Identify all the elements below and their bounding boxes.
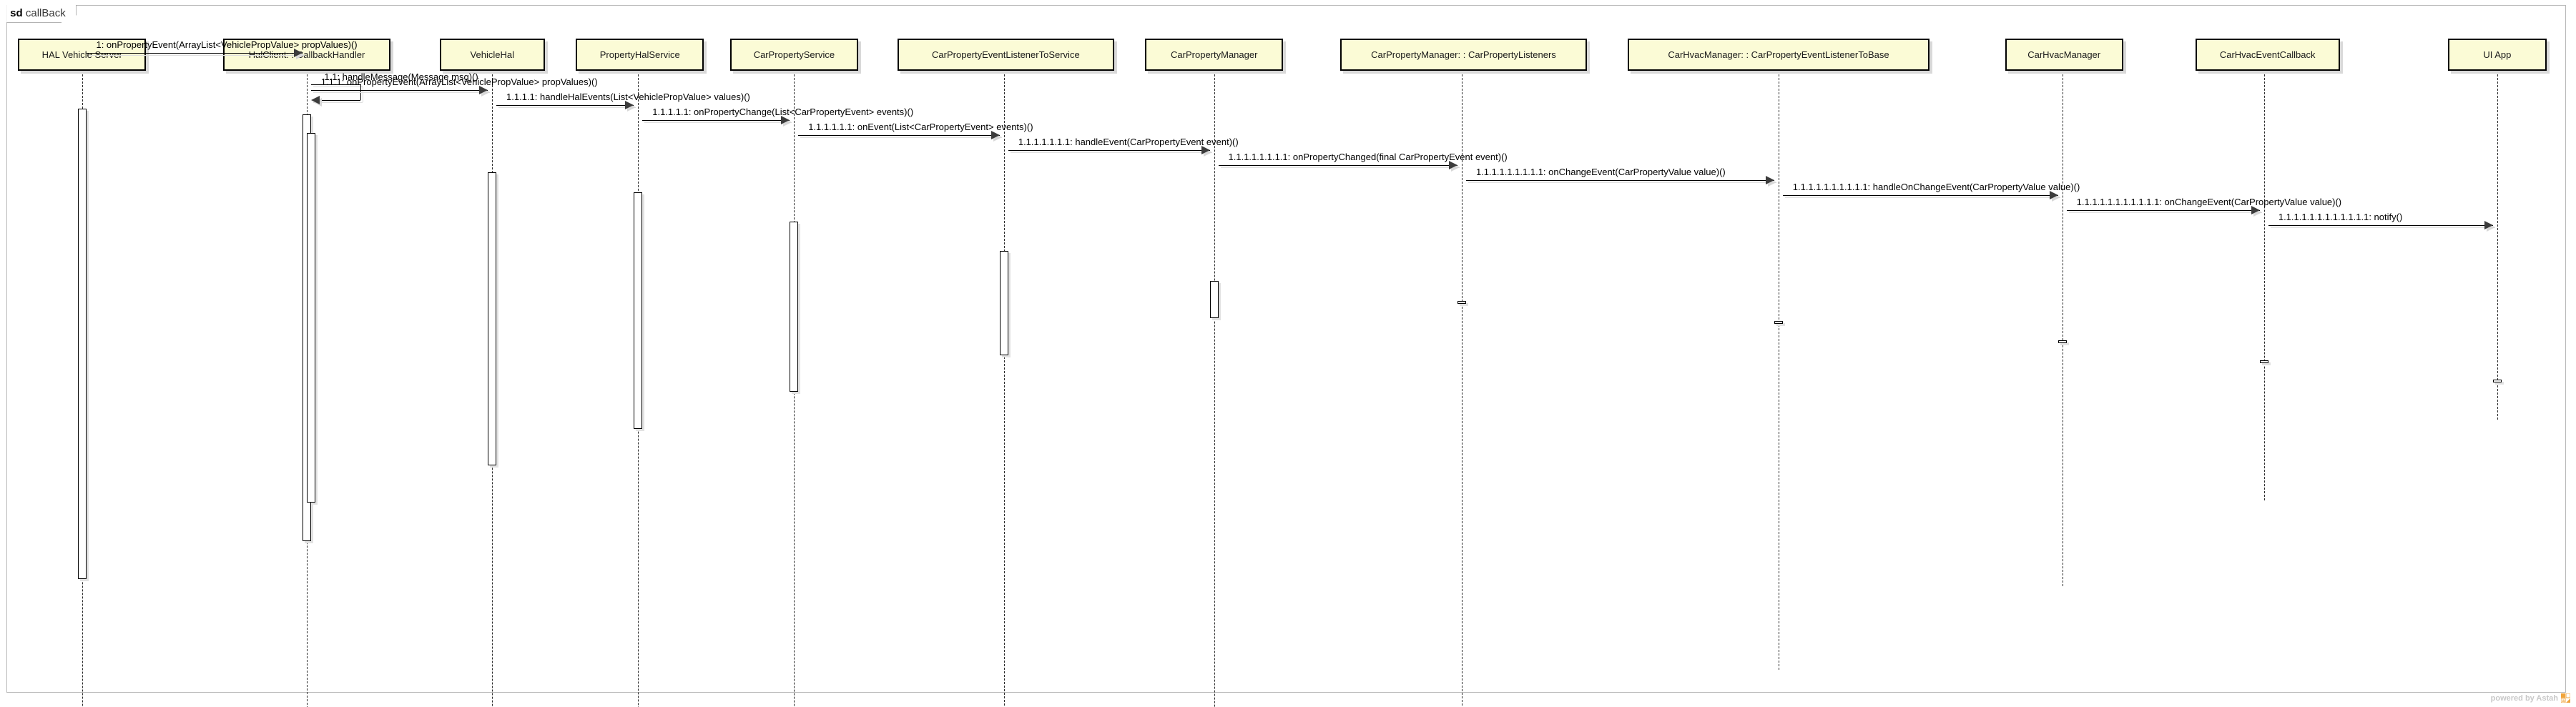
diagram-name: callBack <box>25 6 66 19</box>
lifeline-head-vehiclehal[interactable]: VehicleHal <box>439 39 545 71</box>
message-line-shadow <box>313 92 491 93</box>
activation-bar-carhvaceventcallback[interactable] <box>2260 360 2269 363</box>
message-label-1.1.1.1.1.1.1.1.1.1.1.1: 1.1.1.1.1.1.1.1.1.1.1.1: notify() <box>2278 212 2403 222</box>
message-label-1.1.1: 1.1.1: onPropertyEvent(ArrayList<Vehicle… <box>320 76 598 87</box>
lifeline-label: CarHvacManager <box>2027 49 2101 60</box>
activation-bar-vehiclehal[interactable] <box>488 172 497 465</box>
message-line-shadow <box>1220 167 1460 168</box>
message-label-1: 1: onPropertyEvent(ArrayList<VehicleProp… <box>96 39 358 50</box>
lifeline-head-carhvacmanager-eventlistenertobase[interactable]: CarHvacManager: : CarPropertyEventListen… <box>1627 39 1930 71</box>
message-line-shadow <box>2068 212 2263 213</box>
diagram-frame-label: sd callBack <box>6 4 77 23</box>
message-line-1.1.1.1.1.1.1.1.1.1[interactable] <box>1782 195 2058 196</box>
message-line-1.1.1.1.1.1.1[interactable] <box>1008 150 1210 151</box>
activation-bar-hal-vehicle-server[interactable] <box>77 109 87 579</box>
activation-bar-carpropertymanager-listeners[interactable] <box>1457 301 1467 304</box>
message-line-1.1.1.1.1.1[interactable] <box>798 135 1001 136</box>
lifeline-carpropertymanager <box>1214 71 1215 707</box>
lifeline-head-carhvacmanager[interactable]: CarHvacManager <box>2005 39 2123 71</box>
lifeline-head-carhvaceventcallback[interactable]: CarHvacEventCallback <box>2195 39 2340 71</box>
activation-bar-carhvacmanager[interactable] <box>2058 340 2067 343</box>
lifeline-head-carpropertymanager[interactable]: CarPropertyManager <box>1145 39 1284 71</box>
message-line-1.1.1.1.1.1.1.1[interactable] <box>1218 165 1458 166</box>
lifeline-head-ui-app[interactable]: UI App <box>2448 39 2547 71</box>
message-line-1.1.1[interactable] <box>311 90 488 91</box>
message-arrowhead <box>311 96 320 104</box>
lifeline-label: CarPropertyEventListenerToService <box>932 49 1080 60</box>
lifeline-carpropertyeventlistenertoservice <box>1004 71 1006 707</box>
lifeline-label: CarPropertyManager: : CarPropertyListene… <box>1371 49 1556 60</box>
message-line-shadow <box>644 122 792 123</box>
activation-bar-carhvacmanager-eventlistenertobase[interactable] <box>1774 321 1783 324</box>
watermark-text: powered by Astah <box>2490 693 2558 703</box>
lifeline-label: CarHvacEventCallback <box>2219 49 2316 60</box>
activation-bar-carpropertymanager[interactable] <box>1209 281 1219 318</box>
lifeline-head-propertyhalservice[interactable]: PropertyHalService <box>576 39 704 71</box>
lifeline-label: UI App <box>2483 49 2512 60</box>
message-line-1.1.1.1.1[interactable] <box>642 120 790 121</box>
message-line-shadow <box>498 107 636 108</box>
message-line-shadow <box>1468 182 1776 183</box>
message-line-1.1.1.1[interactable] <box>496 105 634 106</box>
message-arrowhead-1.1.1.1.1.1.1.1.1.1.1.1 <box>2484 221 2493 229</box>
lifeline-ui-app <box>2497 71 2498 420</box>
lifeline-head-carpropertyeventlistenertoservice[interactable]: CarPropertyEventListenerToService <box>897 39 1114 71</box>
activation-bar-carpropertyservice[interactable] <box>790 222 799 392</box>
message-line-1[interactable] <box>86 53 303 54</box>
message-label-1.1.1.1.1.1.1.1.1.1.1: 1.1.1.1.1.1.1.1.1.1.1: onChangeEvent(Car… <box>2076 197 2342 207</box>
message-line-1.1.1.1.1.1.1.1.1.1.1[interactable] <box>2066 210 2261 211</box>
astah-watermark: powered by Astah a <box>2490 693 2571 703</box>
lifeline-head-carpropertymanager-listeners[interactable]: CarPropertyManager: : CarPropertyListene… <box>1340 39 1587 71</box>
sequence-diagram-canvas: sd callBack HAL Vehicle Server HalClient:… <box>0 0 2576 707</box>
diagram-frame <box>6 4 2567 693</box>
self-message-segment <box>321 100 360 101</box>
message-label-1.1.1.1: 1.1.1.1: handleHalEvents(List<VehiclePro… <box>506 92 750 102</box>
message-label-1.1.1.1.1.1.1.1.1: 1.1.1.1.1.1.1.1.1: onChangeEvent(CarProp… <box>1475 167 1726 177</box>
message-line-1.1.1.1.1.1.1.1.1[interactable] <box>1466 180 1774 181</box>
message-line-1.1.1.1.1.1.1.1.1.1.1.1[interactable] <box>2268 225 2493 226</box>
message-line-shadow <box>88 55 305 56</box>
message-line-shadow <box>800 137 1003 138</box>
message-line-shadow <box>1011 152 1212 153</box>
activation-bar-halclient-callbackhandler[interactable] <box>307 133 316 503</box>
lifeline-label: CarPropertyService <box>753 49 835 60</box>
activation-bar-carpropertyeventlistenertoservice[interactable] <box>1000 251 1009 355</box>
lifeline-label: CarHvacManager: : CarPropertyEventListen… <box>1668 49 1889 60</box>
diagram-kind-keyword: sd <box>10 6 23 19</box>
lifeline-label: CarPropertyManager <box>1171 49 1258 60</box>
activation-bar-ui-app[interactable] <box>2492 380 2502 382</box>
message-label-1.1.1.1.1.1: 1.1.1.1.1.1: onEvent(List<CarPropertyEve… <box>808 122 1033 132</box>
astah-logo-icon: a <box>2560 693 2571 703</box>
lifeline-head-carpropertyservice[interactable]: CarPropertyService <box>729 39 858 71</box>
lifeline-label: VehicleHal <box>470 49 514 60</box>
message-line-shadow <box>2271 227 2495 228</box>
message-line-shadow <box>1784 197 2060 198</box>
message-label-1.1.1.1.1.1.1.1: 1.1.1.1.1.1.1.1: onPropertyChanged(final… <box>1228 152 1508 162</box>
message-label-1.1.1.1.1: 1.1.1.1.1: onPropertyChange(List<CarProp… <box>652 107 914 117</box>
activation-bar-propertyhalservice[interactable] <box>634 192 643 429</box>
message-label-1.1.1.1.1.1.1.1.1.1: 1.1.1.1.1.1.1.1.1.1: handleOnChangeEvent… <box>1792 182 2080 192</box>
lifeline-label: PropertyHalService <box>599 49 680 60</box>
message-arrowhead-1.1.1.1.1.1.1.1.1 <box>1765 176 1774 184</box>
message-label-1.1.1.1.1.1.1: 1.1.1.1.1.1.1: handleEvent(CarPropertyEv… <box>1018 137 1239 147</box>
lifeline-carhvaceventcallback <box>2264 71 2266 500</box>
